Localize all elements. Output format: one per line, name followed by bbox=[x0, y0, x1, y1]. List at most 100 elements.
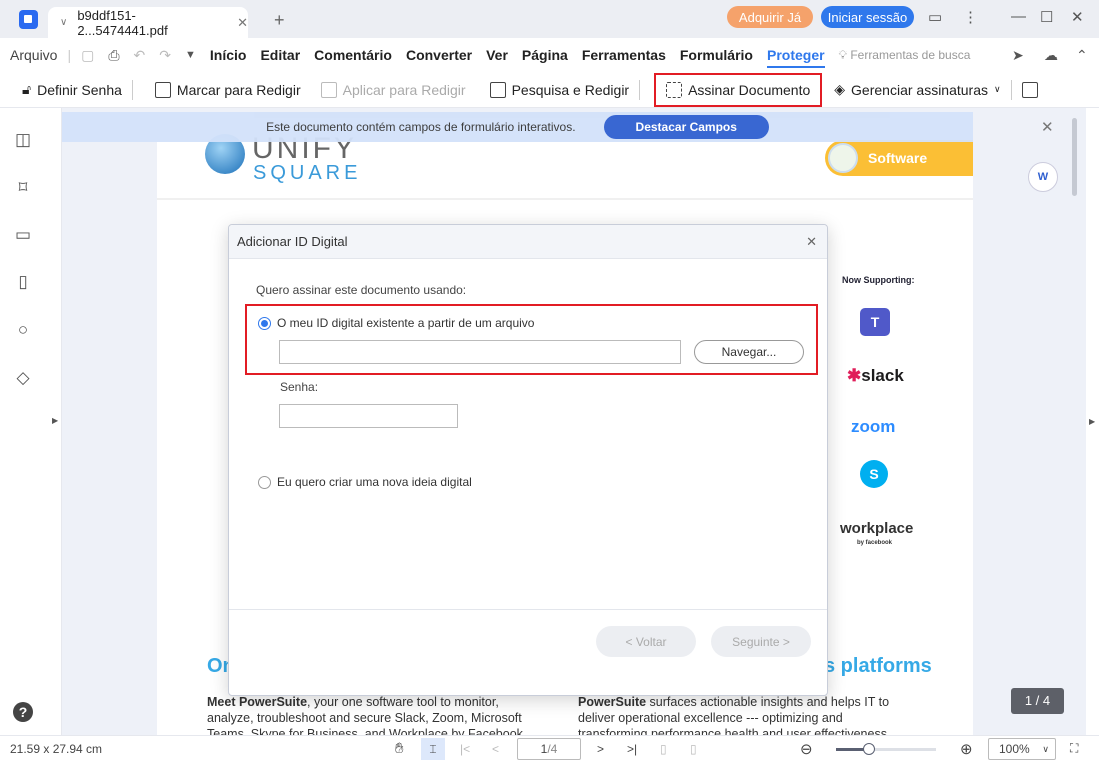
highlight-fields-button[interactable]: Destacar Campos bbox=[603, 115, 769, 139]
search-redact-label: Pesquisa e Redigir bbox=[511, 81, 630, 98]
comment-icon[interactable]: ▭ bbox=[13, 225, 33, 245]
mark-redact-icon bbox=[154, 81, 171, 98]
lightbulb-icon: 💡︎ bbox=[838, 47, 847, 62]
zoom-slider[interactable] bbox=[836, 743, 936, 755]
minimize-icon[interactable]: — bbox=[1011, 8, 1026, 25]
search-tools[interactable]: 💡︎ Ferramentas de busca bbox=[839, 48, 971, 63]
banner-text: Este documento contém campos de formulár… bbox=[266, 120, 576, 134]
maximize-icon[interactable]: ☐ bbox=[1040, 8, 1053, 26]
convert-to-word-icon[interactable]: W bbox=[1028, 162, 1058, 192]
close-dialog-icon[interactable]: ✕ bbox=[806, 234, 817, 250]
menu-comentario[interactable]: Comentário bbox=[314, 47, 392, 63]
thumbnails-icon[interactable]: ◫ bbox=[13, 130, 33, 150]
buy-button[interactable]: Adquirir Já bbox=[727, 6, 813, 28]
divider bbox=[639, 79, 641, 100]
option-existing-id[interactable]: O meu ID digital existente a partir de u… bbox=[258, 316, 534, 330]
sign-document-icon bbox=[666, 81, 683, 98]
radio-existing-id[interactable] bbox=[258, 316, 271, 330]
hand-tool-icon[interactable]: ✋︎ bbox=[395, 740, 404, 757]
paragraph-1-bold: Meet PowerSuite bbox=[207, 695, 308, 709]
apply-redact-button[interactable]: Aplicar para Redigir bbox=[311, 75, 476, 105]
manage-signatures-label: Gerenciar assinaturas bbox=[851, 81, 988, 98]
redo-icon[interactable]: ↷ bbox=[159, 47, 171, 64]
divider bbox=[157, 198, 973, 200]
signature-field-icon bbox=[1021, 81, 1038, 98]
bookmark-icon[interactable]: ⌑ bbox=[13, 178, 33, 198]
more-tools-button[interactable] bbox=[1012, 75, 1048, 105]
menu-inicio[interactable]: Início bbox=[210, 47, 247, 63]
badge-label: Software bbox=[868, 150, 928, 166]
last-page-icon[interactable]: >| bbox=[627, 742, 637, 756]
expand-right-panel-icon[interactable]: ▶ bbox=[1089, 417, 1095, 426]
collapse-ribbon-icon[interactable]: ⌃ bbox=[1076, 47, 1088, 64]
option-existing-id-label: O meu ID digital existente a partir de u… bbox=[277, 316, 535, 330]
page-size: 21.59 x 27.94 cm bbox=[10, 741, 103, 756]
option-new-id[interactable]: Eu quero criar uma nova ideia digital bbox=[258, 475, 472, 489]
page-indicator-badge: 1 / 4 bbox=[1011, 688, 1064, 714]
help-icon[interactable]: ? bbox=[13, 702, 33, 722]
tab-title: b9ddf151-2...5474441.pdf bbox=[77, 7, 168, 38]
menu-converter[interactable]: Converter bbox=[406, 47, 472, 63]
close-tab-icon[interactable]: ✕ bbox=[237, 15, 248, 31]
radio-new-id[interactable] bbox=[258, 475, 271, 489]
quick-access-dropdown-icon[interactable]: ▼ bbox=[185, 49, 196, 61]
form-fields-banner: Este documento contém campos de formulár… bbox=[62, 112, 973, 142]
prev-page-icon[interactable]: < bbox=[492, 742, 499, 756]
expand-panel-icon[interactable]: ▶ bbox=[52, 416, 58, 425]
rotate-right-icon[interactable]: ▯ bbox=[690, 742, 697, 756]
cloud-upload-icon[interactable]: ☁ bbox=[1044, 47, 1058, 64]
set-password-button[interactable]: 🔓︎ Definir Senha bbox=[0, 75, 132, 105]
next-button[interactable]: Seguinte > bbox=[711, 626, 811, 657]
menu-ver[interactable]: Ver bbox=[486, 47, 508, 63]
menu-formulario[interactable]: Formulário bbox=[680, 47, 753, 63]
close-banner-icon[interactable]: ✕ bbox=[1041, 118, 1054, 136]
login-button[interactable]: Iniciar sessão bbox=[821, 6, 914, 28]
status-bar: 21.59 x 27.94 cm ✋︎ ⌶ |< < 1/4 > >| ▯ ▯ … bbox=[0, 735, 1099, 761]
chevron-down-icon: ∨ bbox=[994, 84, 1001, 94]
password-input[interactable] bbox=[279, 404, 458, 428]
add-digital-id-dialog: Adicionar ID Digital ✕ Quero assinar est… bbox=[228, 224, 828, 696]
apply-redact-label: Aplicar para Redigir bbox=[342, 81, 466, 98]
menu-file[interactable]: Arquivo bbox=[10, 47, 57, 63]
more-icon[interactable]: ⋮ bbox=[963, 8, 978, 26]
zoom-out-icon[interactable]: ⊖ bbox=[800, 740, 813, 758]
manage-signatures-icon: ◈ bbox=[834, 81, 846, 97]
new-tab-button[interactable]: + bbox=[274, 10, 285, 31]
dialog-prompt: Quero assinar este documento usando: bbox=[256, 283, 467, 297]
menu-editar[interactable]: Editar bbox=[260, 47, 300, 63]
software-badge: Software bbox=[825, 140, 973, 176]
send-icon[interactable]: ➤ bbox=[1012, 47, 1024, 64]
fit-page-icon[interactable]: ⛶ bbox=[1070, 741, 1078, 756]
menu-ferramentas[interactable]: Ferramentas bbox=[582, 47, 666, 63]
file-path-input[interactable] bbox=[279, 340, 681, 364]
rotate-left-icon[interactable]: ▯ bbox=[660, 742, 667, 756]
browse-button[interactable]: Navegar... bbox=[694, 340, 804, 364]
back-button[interactable]: < Voltar bbox=[596, 626, 696, 657]
select-tool-icon[interactable]: ⌶ bbox=[421, 737, 445, 760]
search-redact-button[interactable]: Pesquisa e Redigir bbox=[476, 75, 640, 105]
close-window-icon[interactable]: ✕ bbox=[1071, 8, 1084, 26]
save-icon[interactable]: ▢ bbox=[81, 47, 94, 64]
zoom-in-icon[interactable]: ⊕ bbox=[960, 740, 973, 758]
zoom-select[interactable]: 100% ∨ bbox=[988, 737, 1056, 760]
workplace-by-label: by facebook bbox=[857, 540, 893, 546]
layers-icon[interactable]: ◇ bbox=[13, 368, 33, 388]
undo-icon[interactable]: ↶ bbox=[134, 47, 146, 64]
menu-pagina[interactable]: Página bbox=[522, 47, 568, 63]
next-page-icon[interactable]: > bbox=[597, 742, 604, 756]
mark-redact-button[interactable]: Marcar para Redigir bbox=[133, 75, 311, 105]
feedback-icon[interactable]: ▭ bbox=[928, 8, 942, 26]
page-number-input[interactable]: 1/4 bbox=[517, 737, 581, 760]
menu-proteger[interactable]: Proteger bbox=[766, 47, 825, 68]
manage-signatures-button[interactable]: ◈ Gerenciar assinaturas ∨ bbox=[822, 75, 1010, 105]
attachment-icon[interactable]: ▯ bbox=[13, 272, 33, 292]
document-tab[interactable]: ∨ b9ddf151-2...5474441.pdf ✕ bbox=[48, 7, 248, 38]
search-icon[interactable]: ○ bbox=[13, 320, 33, 340]
vertical-scrollbar[interactable] bbox=[1072, 118, 1077, 196]
sign-document-button[interactable]: Assinar Documento bbox=[654, 72, 823, 107]
print-icon[interactable]: ⎙ bbox=[108, 47, 119, 64]
chevron-down-icon[interactable]: ∨ bbox=[60, 17, 67, 28]
first-page-icon[interactable]: |< bbox=[460, 742, 470, 756]
paragraph-2-bold: PowerSuite bbox=[578, 695, 647, 709]
zoom-slider-handle[interactable] bbox=[863, 743, 875, 755]
